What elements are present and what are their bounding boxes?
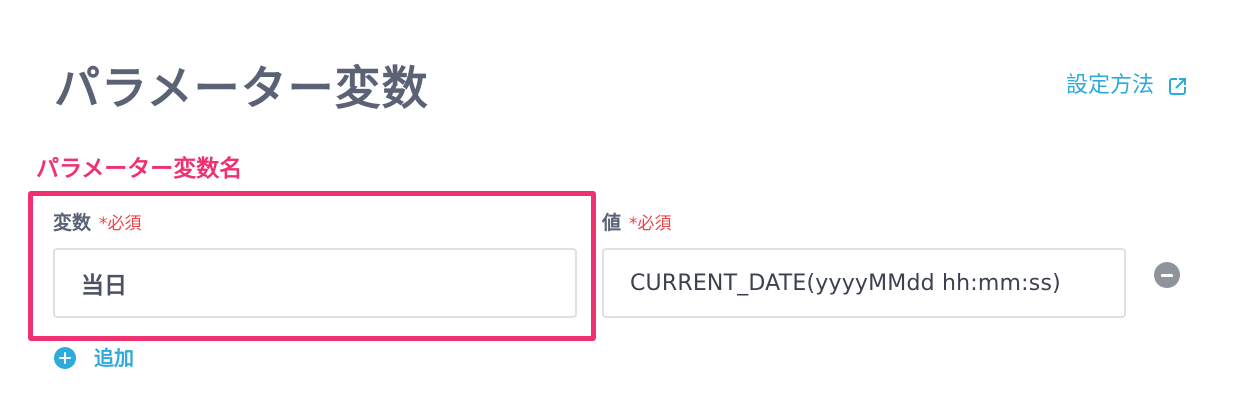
key-field-label: 変数 *必須 <box>53 209 142 238</box>
value-label-text: 値 <box>602 212 622 234</box>
value-required-marker: *必須 <box>629 214 672 234</box>
help-link-label: 設定方法 <box>1066 73 1155 98</box>
key-label-text: 変数 <box>53 212 92 234</box>
variable-value-text: CURRENT_DATE(yyyyMMdd hh:mm:ss) <box>630 270 1061 296</box>
page-title: パラメーター変数 <box>54 61 429 115</box>
variable-value-input[interactable]: CURRENT_DATE(yyyyMMdd hh:mm:ss) <box>602 248 1126 318</box>
external-link-icon <box>1168 76 1188 96</box>
remove-row-button[interactable] <box>1154 262 1180 288</box>
minus-circle-icon <box>1161 273 1173 277</box>
add-variable-button[interactable]: 追加 <box>54 343 134 373</box>
plus-circle-icon <box>54 347 76 369</box>
key-required-marker: *必須 <box>99 214 142 234</box>
value-field-label: 値 *必須 <box>602 209 672 238</box>
variable-name-value: 当日 <box>81 273 127 299</box>
variable-name-input[interactable]: 当日 <box>53 248 577 318</box>
annotation-label: パラメーター変数名 <box>36 156 243 182</box>
help-link[interactable]: 設定方法 <box>1066 70 1188 102</box>
add-variable-label: 追加 <box>94 346 134 370</box>
